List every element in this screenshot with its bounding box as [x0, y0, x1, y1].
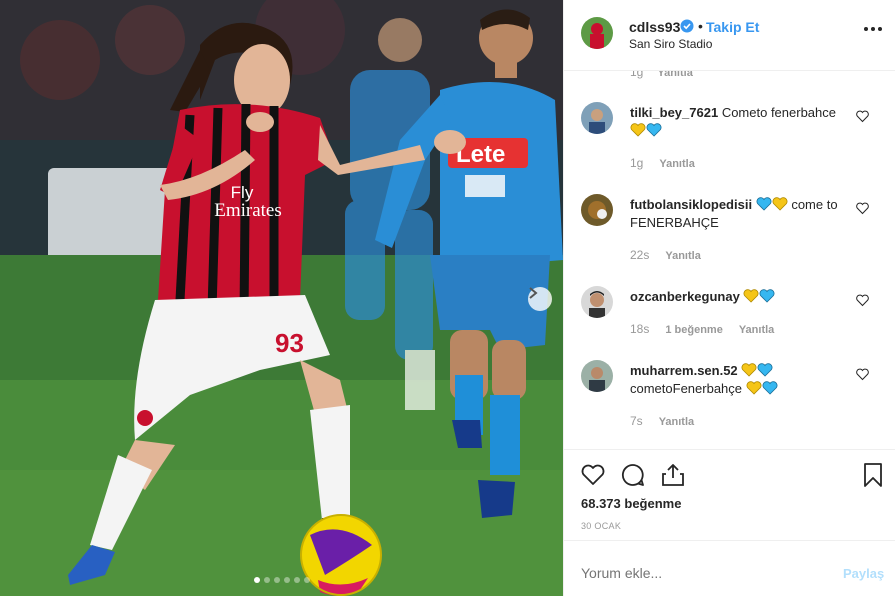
comment-text: futbolansiklopedisii come to FENERBAHÇE [630, 196, 840, 232]
carousel-dot [304, 577, 310, 583]
comment-meta: 18s 1 beğenme Yanıtla [630, 322, 774, 336]
add-comment-bar: Paylaş [564, 540, 895, 596]
comment-text: ozcanberkegunay [630, 288, 840, 306]
yellow-heart-icon [741, 363, 757, 377]
reply-button[interactable]: Yanıtla [665, 250, 700, 262]
commenter-username[interactable]: tilki_bey_7621 [630, 105, 718, 120]
shorts-number: 93 [275, 328, 304, 358]
blue-heart-icon [757, 363, 773, 377]
commenter-avatar[interactable] [581, 102, 613, 134]
separator-dot: • [698, 18, 703, 34]
shirt-sponsor-line2: Emirates [214, 200, 282, 221]
blue-heart-icon [762, 381, 778, 395]
carousel-dot [294, 577, 300, 583]
previous-comment-meta: 1g Yanıtla [630, 71, 693, 79]
blue-heart-icon [646, 123, 662, 137]
comment-like-icon[interactable] [856, 368, 869, 381]
commenter-username[interactable]: ozcanberkegunay [630, 289, 740, 304]
comment-body: cometoFenerbahçe [630, 381, 743, 396]
more-options-icon[interactable] [864, 27, 882, 33]
follow-button[interactable]: Takip Et [706, 19, 759, 35]
comment-like-icon[interactable] [856, 202, 869, 215]
commenter-username[interactable]: futbolansiklopedisii [630, 197, 752, 212]
comment-text: tilki_bey_7621 Cometo fenerbahce [630, 104, 840, 140]
comment-input[interactable] [581, 565, 811, 581]
post-details-panel: cdlss93 • Takip Et San Siro Stadio 1g Yan… [563, 0, 895, 596]
reply-button[interactable]: Yanıtla [659, 158, 694, 170]
share-icon[interactable] [660, 462, 686, 488]
reply-button[interactable]: Yanıtla [739, 324, 774, 336]
next-image-button[interactable] [528, 287, 552, 311]
author-avatar[interactable] [581, 17, 613, 49]
comment-body: Cometo fenerbahce [721, 105, 836, 120]
commenter-avatar[interactable] [581, 286, 613, 318]
yellow-heart-icon [744, 289, 759, 303]
reply-button[interactable]: Yanıtla [657, 71, 692, 79]
commenter-username[interactable]: muharrem.sen.52 [630, 363, 738, 378]
reply-button[interactable]: Yanıtla [659, 416, 694, 428]
comment-time: 1g [630, 71, 644, 79]
comment-meta: 7s Yanıtla [630, 414, 694, 428]
comment-like-icon[interactable] [856, 294, 869, 307]
blue-heart-icon [756, 197, 772, 211]
commenter-avatar[interactable] [581, 360, 613, 392]
yellow-heart-icon [746, 381, 762, 395]
author-username[interactable]: cdlss93 [629, 19, 680, 35]
comment-meta: 22s Yanıtla [630, 248, 701, 262]
post-location[interactable]: San Siro Stadio [629, 37, 712, 51]
yellow-heart-icon [772, 197, 788, 211]
carousel-dot [254, 577, 260, 583]
comments-list[interactable]: 1g Yanıtla tilki_bey_7621 Cometo fenerbah… [564, 71, 895, 449]
post-date[interactable]: 30 OCAK [581, 521, 621, 531]
yellow-heart-icon [630, 123, 646, 137]
chevron-right-icon [529, 287, 538, 299]
comment-time: 1g [630, 156, 644, 170]
photo-illustration: Lete Fly Emirates 93 [0, 0, 563, 596]
comment-time: 7s [630, 414, 643, 428]
post-header: cdlss93 • Takip Et San Siro Stadio [564, 0, 895, 71]
like-icon[interactable] [580, 462, 606, 488]
comment-time: 22s [630, 248, 650, 262]
post-actions-bar [564, 449, 895, 499]
carousel-dot [264, 577, 270, 583]
carousel-dot [284, 577, 290, 583]
post-comment-button[interactable]: Paylaş [843, 566, 884, 581]
save-icon[interactable] [860, 462, 886, 488]
likes-count[interactable]: 68.373 beğenme [581, 496, 681, 511]
comment-time: 18s [630, 322, 650, 336]
comment-meta: 1g Yanıtla [630, 156, 695, 170]
blue-heart-icon [760, 289, 775, 303]
comment-likes-count[interactable]: 1 beğenme [665, 324, 722, 336]
post-photo[interactable]: Lete Fly Emirates 93 [0, 0, 563, 596]
comment-text: muharrem.sen.52 cometoFenerbahçe [630, 362, 840, 398]
carousel-dot [274, 577, 280, 583]
comment-like-icon[interactable] [856, 110, 869, 123]
carousel-indicator [254, 577, 310, 583]
commenter-avatar[interactable] [581, 194, 613, 226]
verified-badge-icon [680, 19, 694, 33]
comment-icon[interactable] [620, 462, 646, 488]
